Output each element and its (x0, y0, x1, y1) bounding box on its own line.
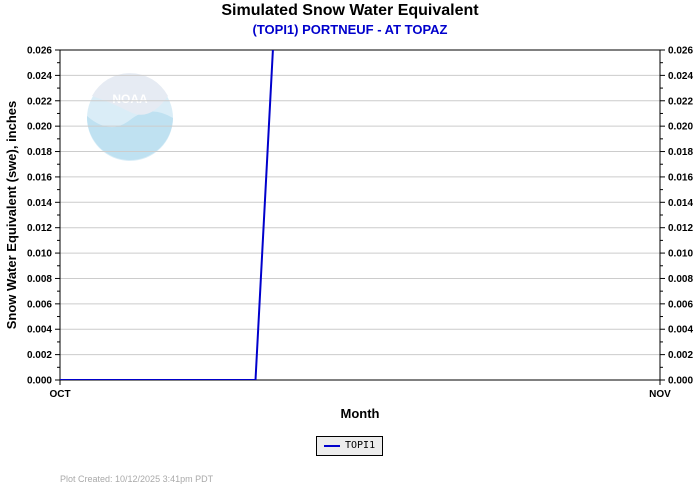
y-tick-label-right: 0.000 (668, 376, 693, 387)
y-tick-label-left: 0.008 (27, 274, 52, 285)
y-tick-label-right: 0.020 (668, 122, 693, 133)
y-tick-label-left: 0.004 (27, 325, 52, 336)
y-tick-label-left: 0.026 (27, 46, 52, 57)
noaa-logo: NOAA (86, 73, 173, 161)
y-tick-label-right: 0.002 (668, 350, 693, 361)
y-tick-label-right: 0.024 (668, 71, 693, 82)
plot-created-footer: Plot Created: 10/12/2025 3:41pm PDT (60, 474, 214, 484)
y-tick-label-left: 0.016 (27, 172, 52, 183)
x-tick-label-nov: NOV (649, 389, 671, 400)
y-tick-label-left: 0.014 (27, 198, 52, 209)
y-tick-label-right: 0.018 (668, 147, 693, 158)
y-tick-label-right: 0.004 (668, 325, 693, 336)
y-tick-label-right: 0.008 (668, 274, 693, 285)
y-tick-label-right: 0.022 (668, 96, 693, 107)
y-tick-label-right: 0.010 (668, 249, 693, 260)
y-tick-label-right: 0.012 (668, 223, 693, 234)
legend-swatch (324, 445, 340, 447)
y-tick-label-left: 0.000 (27, 376, 52, 387)
y-tick-label-left: 0.006 (27, 299, 52, 310)
noaa-logo-text: NOAA (112, 92, 148, 106)
legend-label: TOPI1 (345, 440, 376, 451)
y-tick-label-right: 0.006 (668, 299, 693, 310)
y-axis-label: Snow Water Equivalent (swe), inches (4, 101, 19, 330)
y-tick-label-right: 0.026 (668, 46, 693, 57)
y-tick-label-left: 0.018 (27, 147, 52, 158)
y-tick-label-left: 0.020 (27, 122, 52, 133)
y-tick-label-left: 0.024 (27, 71, 52, 82)
y-tick-label-right: 0.016 (668, 172, 693, 183)
x-axis-label: Month (341, 406, 380, 421)
y-tick-label-left: 0.012 (27, 223, 52, 234)
y-tick-label-left: 0.010 (27, 249, 52, 260)
legend: TOPI1 (316, 436, 383, 456)
chart-plot: NOAA 0.000 0.000 0.002 0.002 0.004 0.004 0.006… (4, 46, 693, 422)
x-tick-label-oct: OCT (49, 389, 70, 400)
y-tick-label-right: 0.014 (668, 198, 693, 209)
y-tick-label-left: 0.022 (27, 96, 52, 107)
y-tick-label-left: 0.002 (27, 350, 52, 361)
